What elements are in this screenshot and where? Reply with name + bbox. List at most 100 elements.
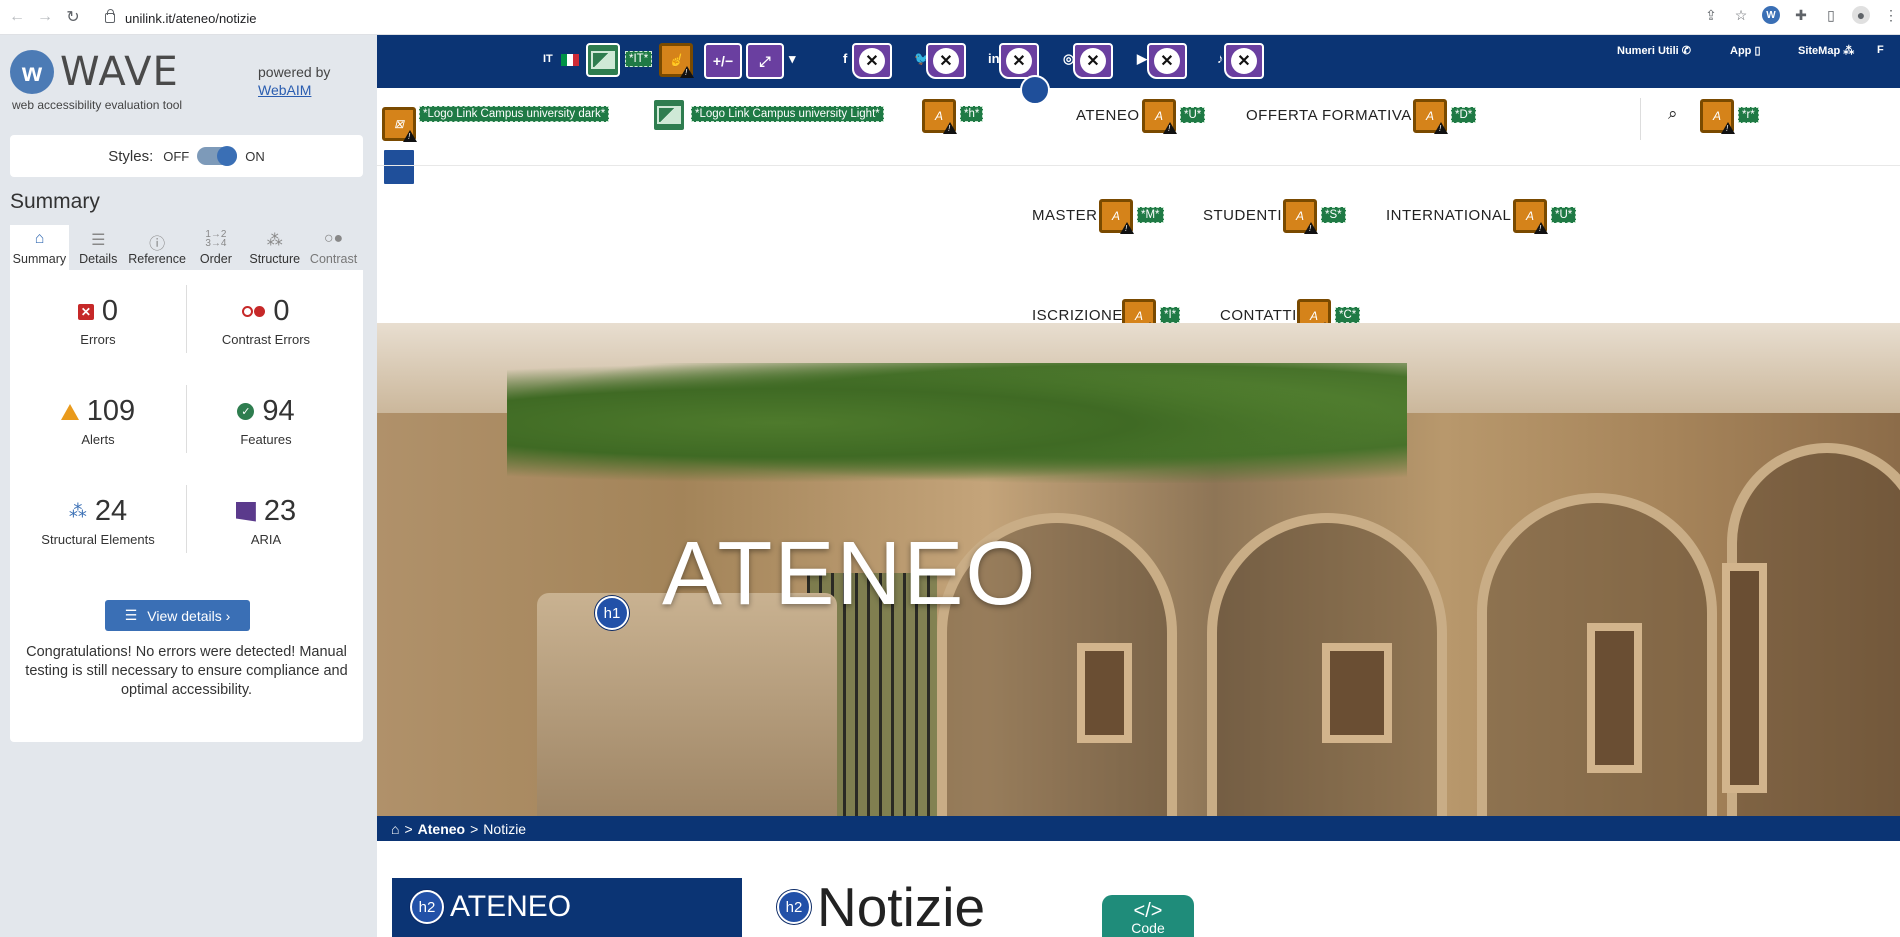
wave-aria-icon[interactable]: ⤢ [746,43,784,79]
wave-tabs: ⌂ Summary ☰ Details ⓘ Reference 1→2 3→4 O… [10,225,363,270]
styles-toggle-box: Styles: OFF ON [10,135,363,177]
share-icon[interactable]: ⇪ [1702,6,1720,24]
summary-title: Summary [10,190,100,213]
wave-structure-icon[interactable] [382,148,416,186]
wave-h1-icon[interactable]: h1 [595,596,629,630]
wave-alert-icon[interactable]: A [1099,199,1134,234]
wave-logo: w WAVE [10,49,179,95]
truncated-link[interactable]: F [1877,44,1884,56]
menu-master[interactable]: MASTER [1032,207,1098,224]
menu-offerta-formativa[interactable]: OFFERTA FORMATIVA [1246,107,1412,124]
list-icon: ☰ [91,232,106,249]
wave-aria-hidden-icon[interactable]: ✕ [999,43,1039,79]
webaim-link[interactable]: WebAIM [258,82,311,98]
accesskey-label: *D* [1451,107,1477,123]
wave-aria-hidden-icon[interactable]: ✕ [926,43,966,79]
tiktok-icon[interactable]: ♪ [1217,51,1224,66]
menu-studenti[interactable]: STUDENTI [1203,207,1282,224]
menu-iscrizione[interactable]: ISCRIZIONE [1032,307,1123,324]
star-icon[interactable]: ☆ [1732,6,1750,24]
back-icon[interactable]: ← [6,6,28,28]
lock-icon [105,9,115,23]
numeri-utili-link[interactable]: Numeri Utili ✆ [1617,44,1691,57]
wave-image-icon[interactable] [652,98,686,132]
wave-extension-icon[interactable]: W [1762,6,1780,24]
wave-alert-icon[interactable]: ⊠ [382,107,417,142]
wave-sidebar: w WAVE web accessibility evaluation tool… [0,35,377,937]
url-text: unilink.it/ateneo/notizie [125,10,257,26]
chevron-down-icon[interactable]: ▾ [789,51,796,67]
menu-ateneo[interactable]: ATENEO [1076,107,1140,124]
list-icon: ☰ [124,607,138,623]
tab-order[interactable]: 1→2 3→4 Order [186,225,245,270]
stat-aria[interactable]: 23 ARIA [186,495,346,547]
language-label[interactable]: IT [543,53,553,65]
error-icon: ✕ [77,303,94,320]
styles-toggle[interactable] [197,146,238,166]
reload-icon[interactable]: ↻ [62,6,84,28]
wave-aria-hidden-icon[interactable]: ✕ [1224,43,1264,79]
tab-contrast[interactable]: ○● Contrast [304,225,363,270]
home-icon: ⌂ [34,230,45,247]
accesskey-label: *C* [1335,307,1361,323]
wave-image-icon[interactable] [586,43,620,77]
sidepanel-icon[interactable]: ▯ [1822,6,1840,24]
wave-alt-label: *IT* [625,51,653,67]
wave-code-button[interactable]: </> Code [1102,895,1194,937]
stat-contrast-errors[interactable]: 0 Contrast Errors [186,295,346,347]
tab-summary[interactable]: ⌂ Summary [10,225,69,270]
wave-alert-icon[interactable]: ☝ [659,43,694,78]
stat-structural[interactable]: ⁂ 24 Structural Elements [18,495,178,547]
breadcrumb-ateneo[interactable]: Ateneo [418,821,465,837]
tab-structure[interactable]: ⁂ Structure [245,225,304,270]
address-bar[interactable]: unilink.it/ateneo/notizie [105,7,1805,29]
puzzle-icon[interactable]: ✚ [1792,6,1810,24]
facebook-icon[interactable]: f [843,51,847,66]
structure-icon: ⁂ [266,232,283,249]
alert-icon [60,403,79,420]
tab-reference[interactable]: ⓘ Reference [128,225,187,270]
stat-features[interactable]: ✓ 94 Features [186,395,346,447]
app-link[interactable]: App ▯ [1730,44,1761,57]
wave-alert-icon[interactable]: A [1513,199,1548,234]
view-details-button[interactable]: ☰ View details › [105,600,250,631]
search-icon[interactable]: ⌕ [1668,104,1678,124]
styles-off-label: OFF [163,148,190,164]
wave-alert-icon[interactable]: A [1413,99,1448,134]
wave-alert-icon[interactable]: A [922,99,957,134]
hero-banner: h1 ATENEO [377,323,1900,816]
profile-avatar[interactable]: ● [1852,6,1870,24]
wave-h2-icon[interactable]: h2 [410,890,444,924]
italy-flag-icon [561,54,579,66]
youtube-icon[interactable]: ▶ [1137,51,1147,67]
menu-dots-icon[interactable]: ⋮ [1882,6,1900,24]
wave-aria-icon[interactable]: +/− [704,43,742,79]
home-icon[interactable]: ⌂ [391,821,399,837]
sitemap-link[interactable]: SiteMap ⁂ [1798,44,1854,57]
stat-errors[interactable]: ✕ 0 Errors [18,295,178,347]
menu-international[interactable]: INTERNATIONAL [1386,207,1511,224]
stat-alerts[interactable]: 109 Alerts [18,395,178,447]
stone-well [537,593,837,816]
page-heading: Notizie [817,876,986,937]
tab-details[interactable]: ☰ Details [69,225,128,270]
wave-tagline: web accessibility evaluation tool [12,98,183,112]
sidebar-heading: ATENEO [450,890,572,923]
browser-toolbar: ← → ↻ unilink.it/ateneo/notizie ⇪ ☆ W ✚ … [0,0,1900,35]
top-bar: IT *IT* ☝ +/− ⤢ ▾ f ✕ 🐦 ✕ in ✕ ◎ ✕ ▶ ✕ ♪… [377,35,1900,88]
ivy-foliage [507,363,1407,483]
styles-on-label: ON [245,148,265,164]
wave-alert-icon[interactable]: A [1142,99,1177,134]
contrast-icon: ○● [323,230,344,247]
wave-list-icon[interactable] [1020,75,1050,105]
wave-aria-hidden-icon[interactable]: ✕ [852,43,892,79]
wave-aria-hidden-icon[interactable]: ✕ [1147,43,1187,79]
wave-aria-hidden-icon[interactable]: ✕ [1073,43,1113,79]
forward-icon[interactable]: → [34,6,56,28]
linkedin-icon[interactable]: in [988,51,1000,66]
wave-h2-icon[interactable]: h2 [777,890,811,924]
wave-alert-icon[interactable]: A [1700,99,1735,134]
congrats-message: Congratulations! No errors were detected… [25,644,348,698]
menu-contatti[interactable]: CONTATTI [1220,307,1297,324]
wave-alert-icon[interactable]: A [1283,199,1318,234]
